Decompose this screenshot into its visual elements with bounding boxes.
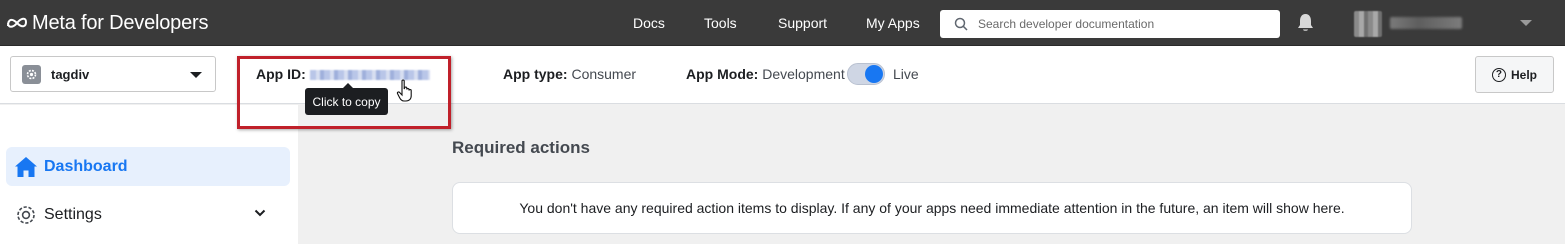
- app-mode-label: App Mode:: [686, 66, 759, 82]
- nav-docs[interactable]: Docs: [633, 15, 665, 31]
- app-gear-icon: [22, 64, 41, 84]
- meta-infinity-icon: [7, 17, 28, 28]
- account-menu-chevron-icon[interactable]: [1520, 20, 1532, 26]
- app-name: tagdiv: [51, 66, 90, 82]
- app-type-value: Consumer: [571, 66, 637, 82]
- sidebar-item-label: Dashboard: [44, 157, 128, 175]
- top-navigation-bar: Meta for Developers Docs Tools Support M…: [0, 0, 1565, 46]
- search-input[interactable]: [978, 17, 1268, 31]
- empty-state-message: You don't have any required action items…: [519, 200, 1345, 216]
- live-label: Live: [893, 66, 919, 82]
- gear-icon: [17, 205, 35, 224]
- toggle-knob: [865, 65, 883, 83]
- home-icon: [15, 156, 37, 177]
- chevron-down-icon[interactable]: [254, 209, 266, 217]
- meta-logo[interactable]: Meta for Developers: [6, 11, 208, 35]
- app-type-label: App type:: [503, 66, 568, 82]
- app-type: App type: Consumer: [503, 66, 636, 82]
- hand-cursor-icon: [396, 79, 412, 102]
- help-button[interactable]: ? Help: [1475, 56, 1554, 93]
- nav-my-apps[interactable]: My Apps: [866, 15, 920, 31]
- nav-tools[interactable]: Tools: [704, 15, 737, 31]
- required-actions-card: You don't have any required action items…: [452, 182, 1412, 234]
- sidebar-item-settings[interactable]: Settings: [6, 195, 290, 234]
- app-mode-toggle[interactable]: [847, 63, 885, 85]
- user-avatar[interactable]: [1354, 11, 1382, 37]
- search-bar[interactable]: [940, 10, 1280, 38]
- app-mode: App Mode: Development: [686, 66, 845, 82]
- help-label: Help: [1510, 67, 1537, 82]
- search-icon: [954, 17, 968, 31]
- question-mark-icon: ?: [1491, 67, 1506, 82]
- copy-tooltip: Click to copy: [305, 83, 388, 115]
- app-selector-dropdown[interactable]: tagdiv: [10, 56, 216, 92]
- notifications-bell-icon[interactable]: [1296, 13, 1315, 33]
- app-header-bar: tagdiv App ID: App type: Consumer App Mo…: [0, 46, 1565, 104]
- nav-support[interactable]: Support: [778, 15, 827, 31]
- caret-down-icon: [190, 72, 202, 78]
- sidebar-item-dashboard[interactable]: Dashboard: [6, 147, 290, 186]
- user-name-redacted[interactable]: [1390, 17, 1462, 29]
- sidebar-item-label: Settings: [44, 205, 102, 223]
- brand-name: Meta for Developers: [32, 11, 209, 34]
- section-title: Required actions: [452, 138, 590, 157]
- app-mode-value: Development: [762, 66, 845, 82]
